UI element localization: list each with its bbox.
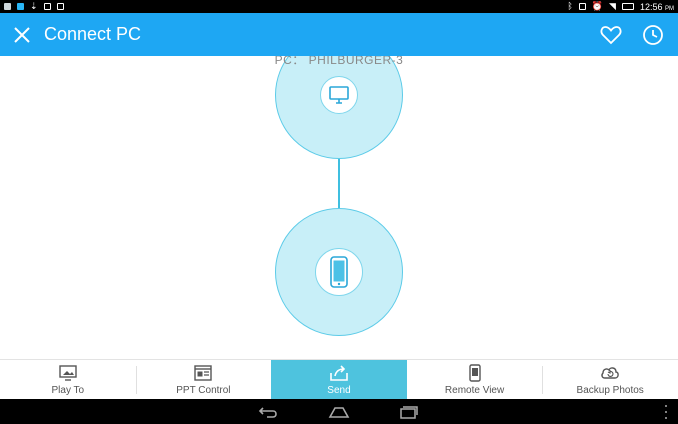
tab-send[interactable]: Send <box>271 360 407 399</box>
alarm-icon: ⏰ <box>591 1 604 11</box>
recents-button[interactable] <box>397 404 421 420</box>
bottom-tab-bar: Play To PPT Control Send Remote View Bac… <box>0 359 678 399</box>
pc-node-badge <box>320 76 358 114</box>
ppt-control-icon <box>193 364 213 382</box>
status-time: 12:56 PM <box>639 1 674 12</box>
home-button[interactable] <box>327 404 351 420</box>
app-notification-icon <box>17 3 24 10</box>
phone-node[interactable] <box>275 208 403 336</box>
mail-notification-icon <box>43 3 51 10</box>
status-notifications: ⇣ <box>4 0 64 13</box>
close-icon <box>14 26 30 43</box>
remote-view-icon <box>465 364 485 382</box>
recents-icon <box>400 405 418 419</box>
tab-remote-view[interactable]: Remote View <box>407 360 543 399</box>
dot-icon <box>665 405 667 407</box>
tab-play-to[interactable]: Play To <box>0 360 136 399</box>
tab-label-play-to: Play To <box>51 385 85 396</box>
dot-icon <box>665 417 667 419</box>
gallery-notification-icon <box>4 3 11 10</box>
status-system: ᛒ ⏰ ◥ 12:56 PM <box>567 0 674 13</box>
favorite-button[interactable] <box>600 24 622 46</box>
phone-node-badge <box>315 248 363 296</box>
bag-notification-icon <box>56 3 64 10</box>
status-bar: ⇣ ᛒ ⏰ ◥ 12:56 PM <box>0 0 678 13</box>
clock-icon <box>643 24 663 45</box>
tab-ppt-control[interactable]: PPT Control <box>135 360 272 399</box>
connection-view: PC： PHILBURGER-3 <box>0 56 678 359</box>
download-notification-icon: ⇣ <box>30 1 38 11</box>
tab-label-remote-view: Remote View <box>444 385 505 396</box>
send-icon <box>329 364 349 382</box>
home-icon <box>328 406 350 418</box>
back-button[interactable] <box>257 404 281 420</box>
close-button[interactable] <box>0 13 44 56</box>
tab-label-backup-photos: Backup Photos <box>576 385 644 396</box>
app-bar: Connect PC <box>0 13 678 56</box>
tab-backup-photos[interactable]: Backup Photos <box>542 360 678 399</box>
dot-icon <box>665 411 667 413</box>
back-icon <box>258 406 277 418</box>
history-button[interactable] <box>642 24 664 46</box>
overflow-menu-button[interactable] <box>664 405 668 419</box>
monitor-icon <box>329 86 349 104</box>
battery-icon <box>621 3 634 10</box>
tab-label-send: Send <box>327 385 351 396</box>
vibrate-icon <box>578 3 586 10</box>
wifi-icon: ◥ <box>609 1 616 11</box>
backup-photos-icon <box>600 364 620 382</box>
connection-line <box>338 159 340 208</box>
smartphone-icon <box>330 256 348 288</box>
pc-name-label: PC： PHILBURGER-3 <box>274 56 404 67</box>
play-to-icon <box>58 364 78 382</box>
page-title: Connect PC <box>44 24 142 44</box>
pc-node[interactable] <box>275 56 403 159</box>
tab-label-ppt-control: PPT Control <box>176 385 231 396</box>
heart-icon <box>600 25 622 44</box>
bluetooth-icon: ᛒ <box>567 1 573 11</box>
system-nav-bar <box>0 399 678 424</box>
